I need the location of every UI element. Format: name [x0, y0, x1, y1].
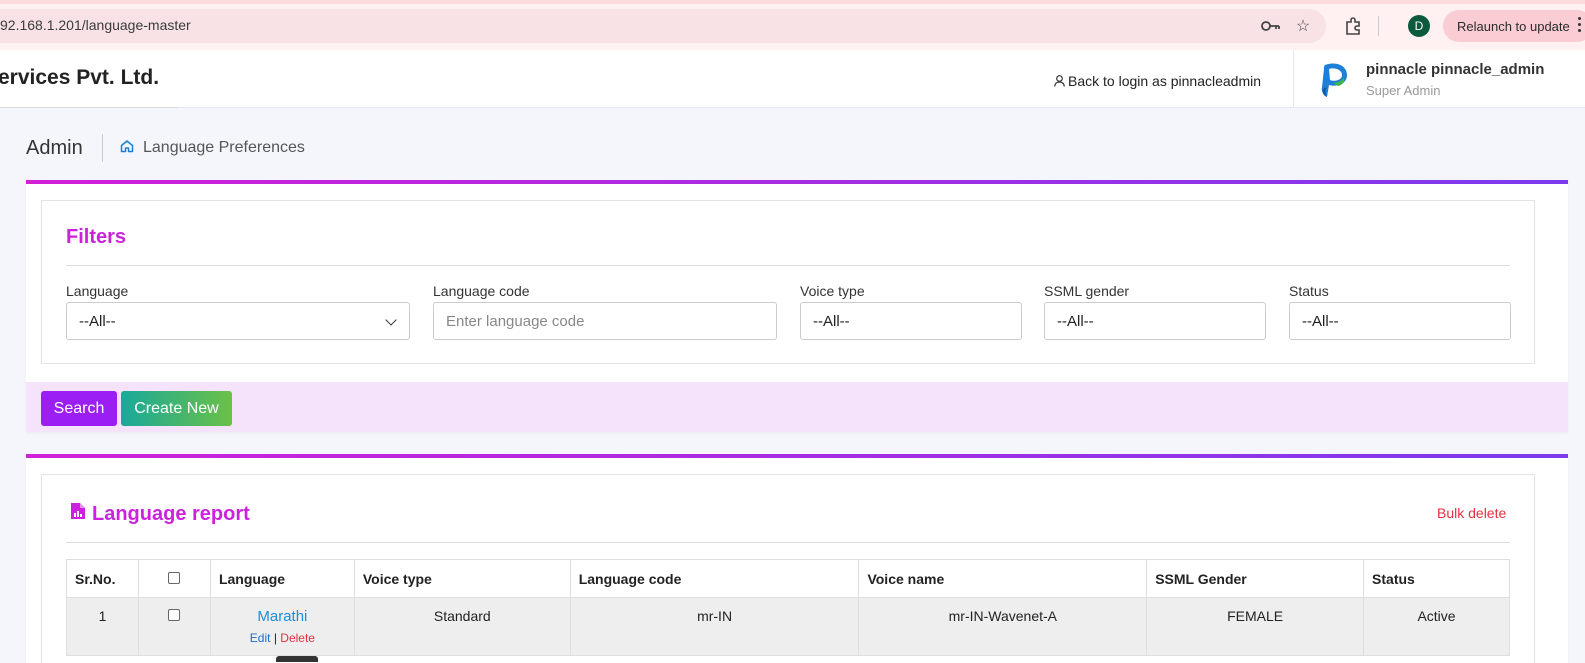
- chevron-down-icon: [385, 314, 397, 326]
- delete-link[interactable]: Delete: [280, 631, 315, 645]
- column-header-ssml-gender: SSML Gender: [1146, 559, 1365, 598]
- user-role: Super Admin: [1366, 83, 1441, 98]
- voice-type-select[interactable]: --All--: [800, 302, 1022, 340]
- ssml-gender-label: SSML gender: [1044, 283, 1130, 299]
- divider: [1378, 16, 1379, 36]
- filters-actions: Search Create New: [26, 382, 1568, 432]
- voice-type-label: Voice type: [800, 283, 865, 299]
- column-header-sr-no: Sr.No.: [66, 559, 139, 598]
- cell-language-code: mr-IN: [569, 597, 860, 656]
- cell-ssml-gender: FEMALE: [1146, 597, 1365, 656]
- address-url[interactable]: 92.168.1.201/language-master: [0, 17, 191, 33]
- cell-select: [137, 597, 211, 656]
- report-card: Language report Bulk delete Sr.No. Langu…: [26, 454, 1568, 663]
- ssml-gender-value: --All--: [1057, 312, 1094, 330]
- home-icon[interactable]: [120, 139, 134, 153]
- star-icon[interactable]: ☆: [1293, 16, 1313, 36]
- address-bar[interactable]: 92.168.1.201/language-master: [0, 9, 1326, 43]
- column-header-language-code: Language code: [569, 559, 860, 598]
- edit-link[interactable]: Edit: [250, 631, 271, 645]
- column-header-select-all: [137, 559, 211, 598]
- divider: [1293, 50, 1294, 108]
- back-to-login-label[interactable]: Back to login as pinnacleadmin: [1068, 73, 1261, 89]
- table-row: 1 Marathi Edit | Delete Standard mr-IN m…: [66, 597, 1510, 656]
- voice-type-value: --All--: [813, 312, 850, 330]
- tab-strip: [0, 0, 1585, 4]
- language-label: Language: [66, 283, 129, 299]
- column-header-language: Language: [209, 559, 355, 598]
- report-title: Language report: [92, 503, 250, 525]
- relaunch-button[interactable]: Relaunch to update: [1443, 10, 1585, 42]
- filters-panel: Filters Language --All-- Language code E…: [41, 200, 1535, 364]
- report-panel: Language report Bulk delete Sr.No. Langu…: [41, 474, 1535, 663]
- filters-card: Filters Language --All-- Language code E…: [26, 180, 1568, 432]
- table-header-row: Sr.No. Language Voice type Language code…: [66, 559, 1510, 598]
- page-title: Admin: [26, 137, 83, 159]
- divider: [0, 107, 178, 108]
- cell-voice-name: mr-IN-Wavenet-A: [858, 597, 1148, 656]
- status-value: --All--: [1302, 312, 1339, 330]
- language-link[interactable]: Marathi: [211, 608, 354, 625]
- cell-sr-no: 1: [66, 597, 139, 656]
- column-header-voice-name: Voice name: [858, 559, 1148, 598]
- language-code-placeholder: Enter language code: [446, 312, 585, 330]
- divider: [66, 265, 1510, 266]
- row-actions: Edit | Delete: [211, 631, 354, 645]
- divider: [66, 542, 1510, 543]
- row-checkbox[interactable]: [168, 609, 181, 621]
- back-to-login-link[interactable]: Back to login as pinnacleadmin: [1054, 73, 1261, 89]
- column-header-status: Status: [1363, 559, 1510, 598]
- extensions-icon[interactable]: [1343, 16, 1363, 36]
- company-name: ervices Pvt. Ltd.: [0, 66, 160, 89]
- report-file-icon: [71, 503, 85, 519]
- browser-toolbar: 92.168.1.201/language-master ☆ D Relaunc…: [0, 0, 1585, 50]
- language-select[interactable]: --All--: [66, 302, 410, 340]
- key-icon[interactable]: [1261, 16, 1281, 36]
- select-all-checkbox[interactable]: [167, 571, 180, 584]
- filters-title: Filters: [66, 226, 127, 248]
- language-code-input[interactable]: Enter language code: [433, 302, 777, 340]
- profile-avatar[interactable]: D: [1408, 15, 1430, 37]
- cell-status: Active: [1363, 597, 1510, 656]
- column-header-voice-type: Voice type: [353, 559, 571, 598]
- user-icon: [1054, 75, 1065, 87]
- bulk-delete-link[interactable]: Bulk delete: [1437, 505, 1506, 521]
- kebab-menu-icon[interactable]: [1578, 17, 1582, 35]
- action-separator: |: [273, 631, 277, 645]
- language-select-value: --All--: [79, 312, 116, 330]
- tooltip: [276, 656, 318, 662]
- app-header: ervices Pvt. Ltd. Back to login as pinna…: [0, 50, 1585, 108]
- create-new-button[interactable]: Create New: [121, 391, 232, 426]
- cell-voice-type: Standard: [353, 597, 571, 656]
- cell-language: Marathi Edit | Delete: [209, 597, 355, 656]
- breadcrumb-current[interactable]: Language Preferences: [143, 139, 305, 157]
- ssml-gender-select[interactable]: --All--: [1044, 302, 1266, 340]
- language-table: Sr.No. Language Voice type Language code…: [66, 559, 1510, 656]
- language-code-label: Language code: [433, 283, 530, 299]
- user-name[interactable]: pinnacle pinnacle_admin: [1366, 61, 1544, 78]
- status-label: Status: [1289, 283, 1329, 299]
- brand-logo-icon: [1321, 63, 1347, 97]
- status-select[interactable]: --All--: [1289, 302, 1511, 340]
- divider: [102, 134, 103, 162]
- search-button[interactable]: Search: [41, 391, 117, 426]
